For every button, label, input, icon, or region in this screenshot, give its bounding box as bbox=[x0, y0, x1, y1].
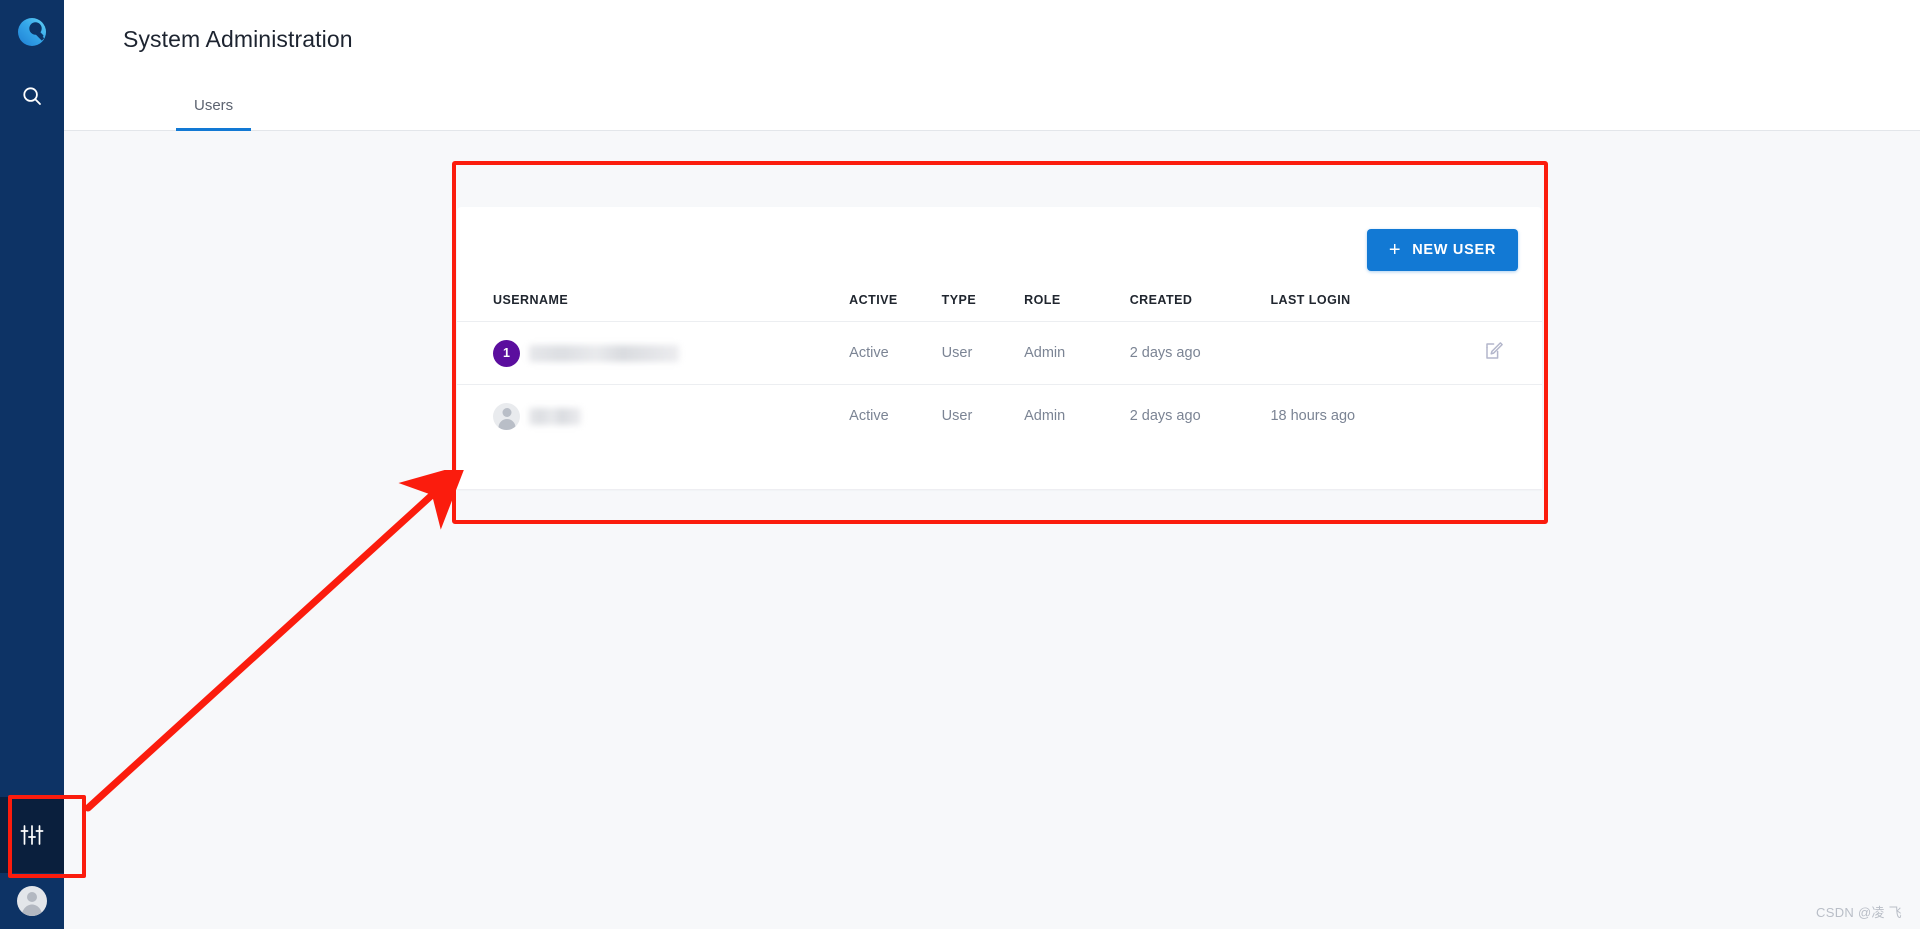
users-card: + NEW USER USERNAME ACTIVE TYPE ROLE CRE… bbox=[457, 207, 1542, 489]
column-header-role[interactable]: ROLE bbox=[1024, 293, 1130, 322]
tab-users[interactable]: Users bbox=[176, 80, 252, 131]
sidebar-item-system-administration[interactable] bbox=[0, 797, 64, 873]
cell-username bbox=[457, 384, 850, 448]
sidebar-item-search[interactable] bbox=[0, 64, 64, 128]
column-header-last-login[interactable]: LAST LOGIN bbox=[1270, 293, 1431, 322]
users-table: USERNAME ACTIVE TYPE ROLE CREATED LAST L… bbox=[457, 293, 1542, 448]
table-row[interactable]: Active User Admin 2 days ago 18 hours ag… bbox=[457, 384, 1542, 448]
page-title: System Administration bbox=[123, 26, 353, 52]
user-avatar-icon bbox=[17, 886, 47, 916]
tab-users-label: Users bbox=[194, 97, 234, 114]
cell-actions bbox=[1431, 384, 1542, 448]
sidebar-account-button[interactable] bbox=[0, 873, 64, 929]
column-header-actions bbox=[1431, 293, 1542, 322]
sidebar bbox=[0, 0, 64, 929]
new-user-button-label: NEW USER bbox=[1412, 242, 1496, 258]
cell-active: Active bbox=[849, 384, 942, 448]
cell-type: User bbox=[941, 321, 1025, 385]
app-logo-magnifier-icon bbox=[18, 18, 46, 46]
users-card-toolbar: + NEW USER bbox=[457, 207, 1542, 293]
tab-strip: Users bbox=[64, 80, 1920, 131]
avatar: 1 bbox=[493, 339, 520, 367]
column-header-username[interactable]: USERNAME bbox=[457, 293, 849, 322]
app-root: System Administration Users + NEW USER U… bbox=[0, 0, 1920, 929]
new-user-button[interactable]: + NEW USER bbox=[1366, 229, 1518, 271]
edit-icon[interactable] bbox=[1484, 341, 1504, 365]
users-table-body: 1 Active User Admin 2 days ago Active Us… bbox=[457, 321, 1542, 448]
cell-role: Admin bbox=[1024, 321, 1130, 385]
search-icon bbox=[23, 87, 41, 105]
top-header: System Administration bbox=[64, 0, 1920, 80]
column-header-type[interactable]: TYPE bbox=[942, 293, 1024, 322]
table-header-row: USERNAME ACTIVE TYPE ROLE CREATED LAST L… bbox=[457, 293, 1542, 322]
cell-created: 2 days ago bbox=[1129, 321, 1271, 385]
column-header-created[interactable]: CREATED bbox=[1130, 293, 1271, 322]
cell-last-login bbox=[1270, 321, 1432, 385]
username-redacted bbox=[529, 407, 581, 425]
annotation-arrow bbox=[84, 470, 467, 812]
table-row[interactable]: 1 Active User Admin 2 days ago bbox=[457, 321, 1542, 385]
cell-role: Admin bbox=[1024, 384, 1130, 448]
tab-active-indicator bbox=[176, 128, 252, 131]
users-table-head: USERNAME ACTIVE TYPE ROLE CREATED LAST L… bbox=[457, 293, 1542, 322]
cell-last-login: 18 hours ago bbox=[1270, 384, 1432, 448]
cell-active: Active bbox=[849, 321, 942, 385]
username-redacted bbox=[529, 344, 679, 362]
watermark: CSDN @凌 飞 bbox=[1816, 905, 1902, 920]
avatar bbox=[493, 402, 520, 430]
app-logo[interactable] bbox=[0, 0, 64, 64]
column-header-active[interactable]: ACTIVE bbox=[849, 293, 942, 322]
cell-created: 2 days ago bbox=[1129, 384, 1271, 448]
cell-type: User bbox=[941, 384, 1025, 448]
cell-actions bbox=[1431, 321, 1542, 385]
cell-username: 1 bbox=[457, 321, 850, 385]
plus-icon: + bbox=[1388, 239, 1402, 261]
sliders-settings-icon bbox=[20, 825, 44, 845]
